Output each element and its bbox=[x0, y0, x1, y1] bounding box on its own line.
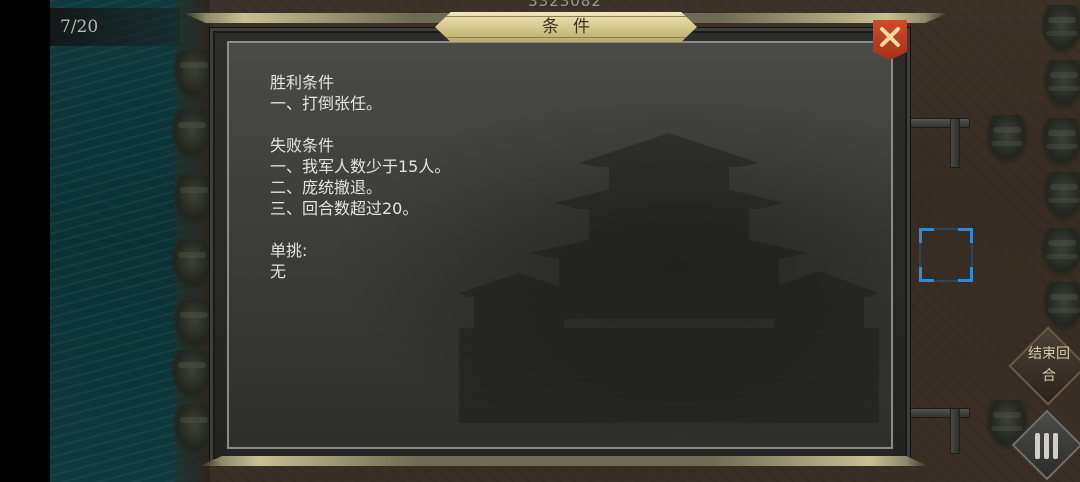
defeat-line: 二、庞统撤退。 bbox=[270, 178, 383, 197]
conditions-content: 胜利条件 一、打倒张任。 失败条件 一、我军人数少于15人。 二、庞统撤退。 三… bbox=[270, 72, 830, 282]
victory-line: 一、打倒张任。 bbox=[270, 94, 383, 113]
dialog-bottom-trim bbox=[200, 456, 928, 466]
victory-heading: 胜利条件 bbox=[270, 73, 335, 92]
map-tree bbox=[1040, 118, 1080, 168]
map-tree bbox=[170, 110, 214, 160]
defeat-line: 一、我军人数少于15人。 bbox=[270, 157, 451, 176]
turn-counter: 7/20 bbox=[50, 8, 180, 46]
map-tree bbox=[1040, 228, 1080, 278]
dialog-title: 条件 bbox=[542, 17, 604, 37]
defeat-line: 三、回合数超过20。 bbox=[270, 199, 419, 218]
map-tree bbox=[1042, 60, 1080, 110]
victory-conditions: 胜利条件 一、打倒张任。 bbox=[270, 72, 830, 114]
end-turn-label[interactable]: 结束回合 bbox=[1026, 343, 1072, 387]
map-fence bbox=[950, 408, 960, 454]
map-tree bbox=[1042, 172, 1080, 222]
map-tree bbox=[985, 115, 1029, 165]
screen-left-border bbox=[0, 0, 50, 482]
map-tree bbox=[170, 240, 214, 290]
defeat-conditions: 失败条件 一、我军人数少于15人。 二、庞统撤退。 三、回合数超过20。 bbox=[270, 135, 830, 219]
duel-conditions: 单挑: 无 bbox=[270, 240, 830, 282]
close-button[interactable] bbox=[873, 20, 907, 60]
tile-selection-cursor[interactable] bbox=[919, 228, 973, 282]
map-tree bbox=[1042, 282, 1080, 332]
map-tree bbox=[1040, 5, 1080, 55]
close-x-icon[interactable] bbox=[878, 25, 902, 49]
duel-heading: 单挑: bbox=[270, 241, 308, 260]
duel-line: 无 bbox=[270, 262, 287, 281]
score-display: 3323082 bbox=[528, 0, 602, 10]
map-tree bbox=[170, 350, 214, 400]
defeat-heading: 失败条件 bbox=[270, 136, 335, 155]
map-fence bbox=[950, 118, 960, 168]
menu-bars-icon[interactable] bbox=[1035, 433, 1059, 459]
